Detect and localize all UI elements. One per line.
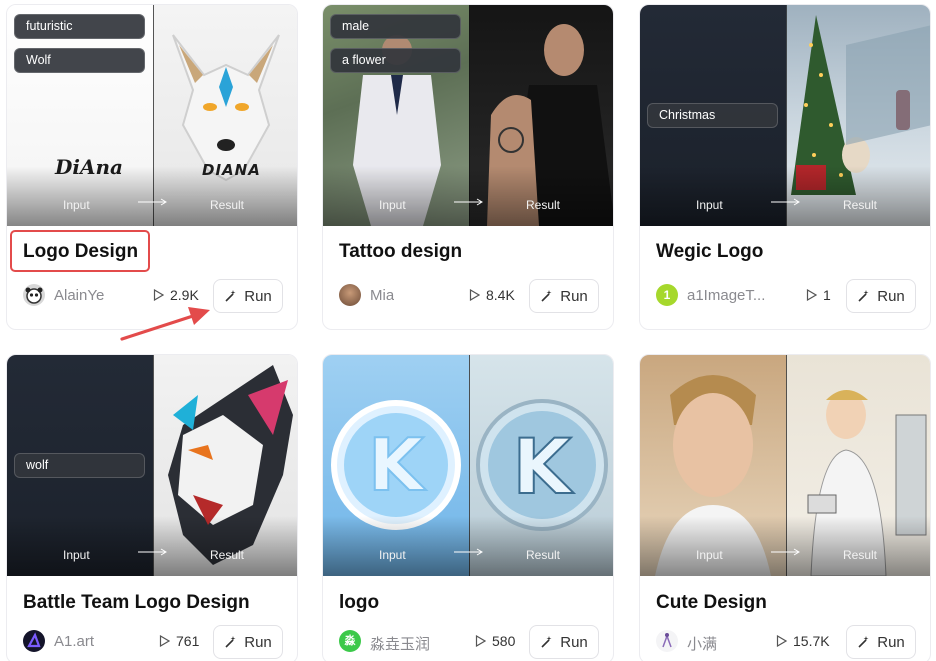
magic-wand-icon xyxy=(225,290,236,302)
run-count-value: 2.9K xyxy=(170,287,199,303)
svg-text:K: K xyxy=(368,423,426,507)
run-count-value: 761 xyxy=(176,633,200,649)
prompt-tag: wolf xyxy=(14,453,145,478)
avatar[interactable] xyxy=(656,630,678,652)
input-label: Input xyxy=(696,198,723,212)
arrow-right-icon xyxy=(138,198,167,206)
play-icon xyxy=(159,635,170,647)
run-count: 1 xyxy=(806,287,831,303)
run-button[interactable]: Run xyxy=(213,279,283,313)
run-count: 761 xyxy=(159,633,199,649)
preview-image[interactable]: Christmas Input Result xyxy=(640,5,930,226)
preview-image[interactable]: K K Input Result xyxy=(323,355,613,576)
run-button[interactable]: Run xyxy=(529,625,599,659)
input-label: Input xyxy=(379,198,406,212)
avatar[interactable]: 淼 xyxy=(339,630,361,652)
run-count-value: 8.4K xyxy=(486,287,515,303)
avatar[interactable] xyxy=(23,284,45,306)
run-button[interactable]: Run xyxy=(213,625,283,659)
run-button[interactable]: Run xyxy=(846,279,916,313)
play-icon xyxy=(469,289,480,301)
annotation-arrow-icon xyxy=(120,307,210,341)
card-title[interactable]: Cute Design xyxy=(656,592,767,614)
template-card[interactable]: Christmas Input Result Wegic Logo 1 a1Im… xyxy=(639,4,931,330)
play-icon xyxy=(776,635,787,647)
preview-image[interactable]: Input Result xyxy=(640,355,930,576)
magic-wand-icon xyxy=(541,636,552,648)
preview-image[interactable]: DiAna DIANA futuristic Wolf Input Result xyxy=(7,5,297,226)
avatar[interactable]: 1 xyxy=(656,284,678,306)
magic-wand-icon xyxy=(858,636,869,648)
run-button-label: Run xyxy=(877,287,905,305)
result-label: Result xyxy=(526,548,561,562)
run-button-label: Run xyxy=(244,633,272,651)
highlight-box xyxy=(10,230,150,272)
prompt-tag: a flower xyxy=(330,48,461,73)
author-name[interactable]: a1ImageT... xyxy=(687,287,765,304)
preview-image[interactable]: wolf Input Result xyxy=(7,355,297,576)
preview-image[interactable]: male a flower Input Result xyxy=(323,5,613,226)
card-title[interactable]: Battle Team Logo Design xyxy=(23,592,250,614)
arrow-right-icon xyxy=(771,198,800,206)
run-button[interactable]: Run xyxy=(529,279,599,313)
play-icon xyxy=(475,635,486,647)
prompt-tag: futuristic xyxy=(14,14,145,39)
run-count: 580 xyxy=(475,633,515,649)
author-name[interactable]: 小满 xyxy=(687,633,717,654)
play-icon xyxy=(153,289,164,301)
card-title[interactable]: Wegic Logo xyxy=(656,241,763,263)
author-name[interactable]: Mia xyxy=(370,287,394,304)
result-label: Result xyxy=(210,198,245,212)
play-icon xyxy=(806,289,817,301)
run-count: 2.9K xyxy=(153,287,199,303)
run-button[interactable]: Run xyxy=(846,625,916,659)
template-card[interactable]: wolf Input Result Battle Team Logo Desig… xyxy=(6,354,298,661)
input-label: Input xyxy=(379,548,406,562)
template-card[interactable]: K K Input Result logo 淼 淼垚玉润 580 Run xyxy=(322,354,614,661)
run-button-label: Run xyxy=(560,287,588,305)
arrow-right-icon xyxy=(138,548,167,556)
run-count-value: 15.7K xyxy=(793,633,830,649)
avatar[interactable] xyxy=(339,284,361,306)
template-card[interactable]: DiAna DIANA futuristic Wolf Input Result… xyxy=(6,4,298,330)
card-title[interactable]: Tattoo design xyxy=(339,241,462,263)
prompt-tag: Christmas xyxy=(647,103,778,128)
author-name[interactable]: AlainYe xyxy=(54,287,104,304)
card-title[interactable]: logo xyxy=(339,592,379,614)
arrow-right-icon xyxy=(454,548,483,556)
result-label: Result xyxy=(843,198,878,212)
magic-wand-icon xyxy=(858,290,869,302)
prompt-tag: Wolf xyxy=(14,48,145,73)
svg-text:K: K xyxy=(513,422,575,511)
magic-wand-icon xyxy=(225,636,236,648)
arrow-right-icon xyxy=(771,548,800,556)
result-label: Result xyxy=(843,548,878,562)
arrow-right-icon xyxy=(454,198,483,206)
author-name[interactable]: A1.art xyxy=(54,633,94,650)
prompt-tag: male xyxy=(330,14,461,39)
template-card[interactable]: Input Result Cute Design 小满 15.7K Run xyxy=(639,354,931,661)
run-button-label: Run xyxy=(560,633,588,651)
input-label: Input xyxy=(63,548,90,562)
avatar[interactable] xyxy=(23,630,45,652)
result-label: Result xyxy=(526,198,561,212)
author-name[interactable]: 淼垚玉润 xyxy=(370,633,430,654)
run-button-label: Run xyxy=(877,633,905,651)
run-count: 15.7K xyxy=(776,633,830,649)
run-button-label: Run xyxy=(244,287,272,305)
template-card[interactable]: male a flower Input Result Tattoo design… xyxy=(322,4,614,330)
run-count-value: 580 xyxy=(492,633,516,649)
magic-wand-icon xyxy=(541,290,552,302)
input-label: Input xyxy=(63,198,90,212)
input-label: Input xyxy=(696,548,723,562)
run-count: 8.4K xyxy=(469,287,515,303)
result-label: Result xyxy=(210,548,245,562)
run-count-value: 1 xyxy=(823,287,831,303)
